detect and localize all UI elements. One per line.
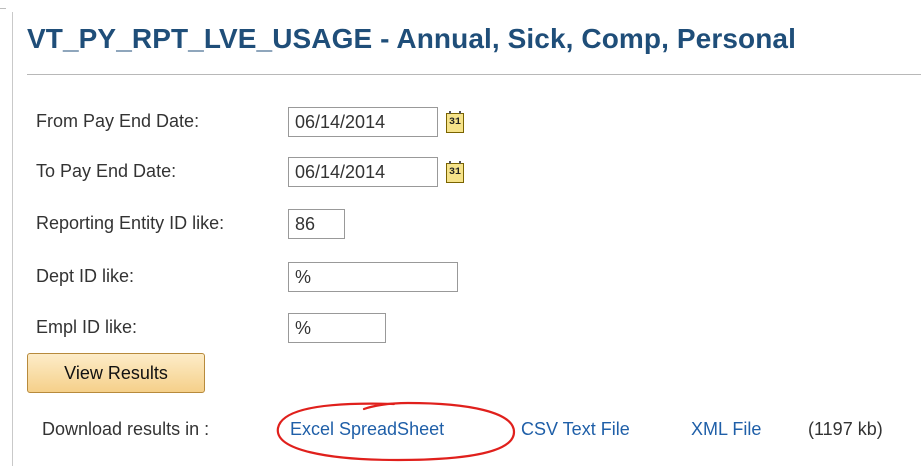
download-label: Download results in : [42, 419, 210, 439]
from-date-label: From Pay End Date: [36, 111, 200, 131]
dept-id-row: Dept ID like: [36, 262, 496, 294]
from-date-input[interactable] [288, 107, 438, 137]
title-divider [27, 74, 921, 75]
to-date-input[interactable] [288, 157, 438, 187]
reporting-entity-input[interactable] [288, 209, 345, 239]
frame-border [12, 12, 13, 466]
dept-id-label: Dept ID like: [36, 266, 135, 286]
excel-download-link[interactable]: Excel SpreadSheet [290, 419, 444, 440]
frame-tick [0, 8, 6, 9]
to-date-label: To Pay End Date: [36, 161, 177, 181]
file-size: (1197 kb) [808, 419, 883, 439]
csv-download-link[interactable]: CSV Text File [521, 419, 630, 440]
page-title: VT_PY_RPT_LVE_USAGE - Annual, Sick, Comp… [27, 23, 796, 54]
view-results-button[interactable]: View Results [27, 353, 205, 393]
empl-id-input[interactable] [288, 313, 386, 343]
dept-id-input[interactable] [288, 262, 458, 292]
from-date-row: From Pay End Date: 31 [36, 107, 496, 139]
calendar-icon[interactable]: 31 [446, 161, 464, 183]
reporting-entity-row: Reporting Entity ID like: [36, 209, 496, 241]
reporting-entity-label: Reporting Entity ID like: [36, 213, 225, 233]
empl-id-label: Empl ID like: [36, 317, 138, 337]
xml-download-link[interactable]: XML File [691, 419, 761, 440]
empl-id-row: Empl ID like: [36, 313, 496, 345]
calendar-icon[interactable]: 31 [446, 111, 464, 133]
to-date-row: To Pay End Date: 31 [36, 157, 496, 189]
